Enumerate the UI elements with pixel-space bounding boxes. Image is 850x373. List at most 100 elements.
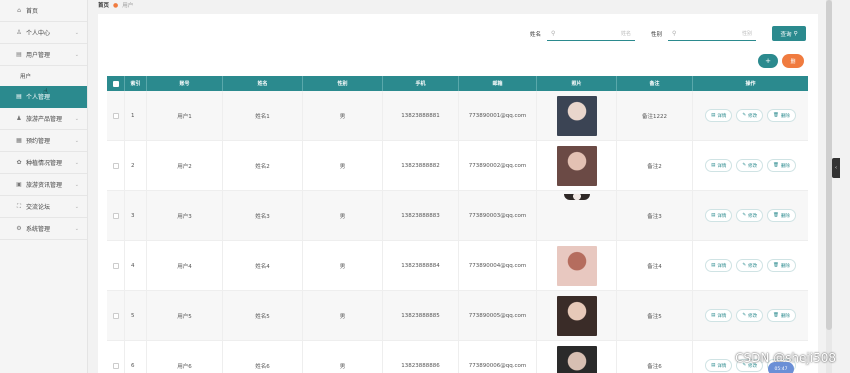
search-bar: 姓名 ⚲ 姓名 性别 ⚲ 性别 查询 ⚲ <box>530 26 806 41</box>
cell-phone: 13823888886 <box>383 341 459 373</box>
user-photo[interactable] <box>556 95 597 136</box>
sidebar-item[interactable]: ▤ 用户管理 ⌄ <box>0 44 87 66</box>
cell-name: 姓名4 <box>223 241 303 290</box>
sidebar-item-label: 个人中心 <box>26 30 51 37</box>
cell-note: 备注3 <box>617 191 693 240</box>
edit-button[interactable]: ✎ 修改 <box>736 109 764 122</box>
user-photo[interactable] <box>556 345 597 373</box>
user-photo[interactable] <box>563 194 590 200</box>
sidebar-item[interactable]: ♟ 旅游产品管理 ⌄ <box>0 108 87 130</box>
search-icon: ⚲ <box>550 29 556 37</box>
details-button[interactable]: ▤ 详情 <box>705 209 733 222</box>
row-checkbox[interactable] <box>107 141 125 190</box>
edit-button[interactable]: ✎ 修改 <box>736 309 764 322</box>
select-all-checkbox[interactable] <box>107 76 125 91</box>
forum-icon: ⛶ <box>16 202 22 210</box>
chevron-down-icon: ⌄ <box>74 137 79 144</box>
edit-button-label: 修改 <box>748 113 758 119</box>
cell-actions: ▤详情✎修改🗑删除 <box>693 91 808 140</box>
delete-button-label: 删除 <box>780 163 790 169</box>
cell-index: 1 <box>125 91 147 140</box>
details-button-label: 详情 <box>717 163 727 169</box>
sidebar-item-label: 预约管理 <box>26 138 51 145</box>
batch-delete-button[interactable]: 删 <box>782 54 804 68</box>
add-button[interactable]: + <box>758 54 778 68</box>
pencil-icon: ✎ <box>742 163 747 168</box>
row-checkbox[interactable] <box>107 291 125 340</box>
row-actions: ▤详情✎修改🗑删除 <box>705 259 796 272</box>
cell-sex: 男 <box>303 341 383 373</box>
sidebar-item[interactable]: ▣ 旅游资讯管理 ⌄ <box>0 174 87 196</box>
details-button[interactable]: ▤ 详情 <box>705 359 733 372</box>
row-checkbox[interactable] <box>107 241 125 290</box>
sidebar-item-label: 用户管理 <box>26 52 51 59</box>
cell-note: 备注4 <box>617 241 693 290</box>
delete-button[interactable]: 🗑删除 <box>767 109 796 122</box>
row-checkbox[interactable] <box>107 341 125 373</box>
name-search-label: 姓名 <box>529 31 541 38</box>
sidebar-item[interactable]: ⛶ 交流论坛 ⌄ <box>0 196 87 218</box>
doc-icon: ▤ <box>711 163 716 168</box>
delete-button[interactable]: 🗑删除 <box>767 309 796 322</box>
delete-button[interactable]: 🗑删除 <box>767 259 796 272</box>
sidebar-item[interactable]: ▦ 预约管理 ⌄ <box>0 130 87 152</box>
column-header: 姓名 <box>223 76 303 91</box>
edit-button[interactable]: ✎ 修改 <box>736 159 764 172</box>
side-collapse-tab[interactable]: ‹ <box>832 158 840 178</box>
sidebar-item[interactable]: ⚙ 系统管理 ⌄ <box>0 218 87 240</box>
row-checkbox[interactable] <box>107 91 125 140</box>
cell-sex: 男 <box>303 241 383 290</box>
row-checkbox[interactable] <box>107 191 125 240</box>
table-row: 3 用户3 姓名3 男 13823888883 773890003@qq.com 备注3 ▤ 详… <box>107 191 808 241</box>
cell-email: 773890005@qq.com <box>459 291 537 340</box>
details-button[interactable]: ▤ 详情 <box>705 259 733 272</box>
details-button[interactable]: ▤ 详情 <box>705 109 733 122</box>
cell-phone: 13823888881 <box>383 91 459 140</box>
details-button[interactable]: ▤ 详情 <box>705 309 733 322</box>
table-row: 1 用户1 姓名1 男 13823888881 773890001@qq.com 备注122… <box>107 91 808 141</box>
doc-icon: ▤ <box>711 263 716 268</box>
cell-actions: ▤详情✎修改🗑删除 <box>693 191 808 240</box>
sidebar-item[interactable]: ✿ 种植情况管理 ⌄ <box>0 152 87 174</box>
search-icon: ⚲ <box>672 29 677 37</box>
search-icon: ⚲ <box>793 30 798 37</box>
checkbox-icon <box>112 312 119 319</box>
sidebar-item[interactable]: ♙ 个人中心 ⌄ <box>0 22 87 44</box>
chevron-down-icon: ⌄ <box>74 51 79 58</box>
edit-button[interactable]: ✎ 修改 <box>736 259 764 272</box>
cell-photo <box>537 241 617 290</box>
chevron-down-icon: ⌄ <box>74 225 79 232</box>
row-actions: ▤详情✎修改🗑删除 <box>705 159 796 172</box>
delete-button-label: 删除 <box>780 213 790 219</box>
user-photo[interactable] <box>556 145 597 186</box>
doc-icon: ▤ <box>711 113 716 118</box>
column-header: 备注 <box>617 76 693 91</box>
cell-note: 备注5 <box>617 291 693 340</box>
cell-account: 用户3 <box>147 191 223 240</box>
row-actions: ▤详情✎修改🗑删除 <box>705 109 796 122</box>
breadcrumb-separator-dot: ● <box>113 1 119 9</box>
cell-sex: 男 <box>303 91 383 140</box>
details-button[interactable]: ▤ 详情 <box>705 159 733 172</box>
delete-button[interactable]: 🗑删除 <box>767 209 796 222</box>
user-photo[interactable] <box>556 295 597 336</box>
sex-search-input[interactable]: ⚲ 性别 <box>668 27 756 41</box>
user-table: 索引 账号 姓名 性别 手机 邮箱 照片 备注 操作 1 用户1 姓名1 男 13823888881 77… <box>107 76 808 373</box>
column-header: 操作 <box>745 81 756 87</box>
name-search-input[interactable]: ⚲ 姓名 <box>546 27 635 41</box>
column-header: 手机 <box>383 76 459 91</box>
sidebar-item-label: 交流论坛 <box>26 204 51 211</box>
delete-button[interactable]: 🗑删除 <box>767 159 796 172</box>
trash-icon: 🗑 <box>773 313 779 318</box>
search-button-label: 查询 <box>780 31 792 38</box>
cell-photo <box>537 141 617 190</box>
cell-account: 用户4 <box>147 241 223 290</box>
sidebar-item[interactable]: ⌂ 首页 <box>0 0 87 22</box>
details-button-label: 详情 <box>717 213 727 219</box>
table-row: 5 用户5 姓名5 男 13823888885 773890005@qq.com 备注5 ▤ 详… <box>107 291 808 341</box>
breadcrumb-home[interactable]: 首页 <box>98 1 109 9</box>
search-button[interactable]: 查询 ⚲ <box>772 26 806 41</box>
sidebar-subitem-users[interactable]: 用户 <box>0 66 87 86</box>
user-photo[interactable] <box>556 245 597 286</box>
edit-button[interactable]: ✎ 修改 <box>736 209 764 222</box>
